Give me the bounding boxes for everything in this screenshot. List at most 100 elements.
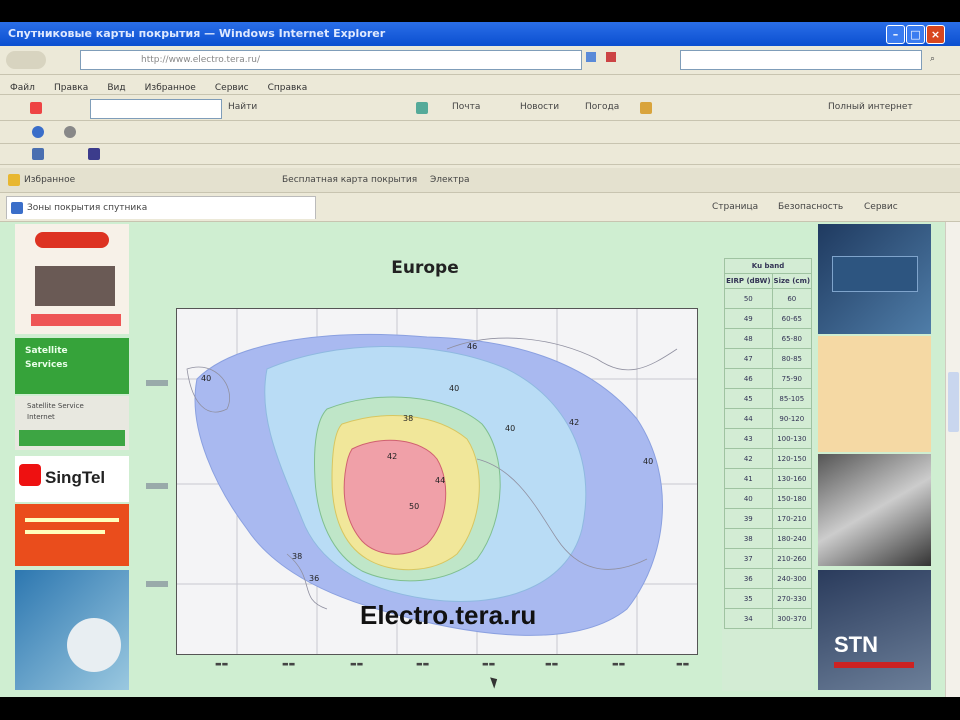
satellite-dish-icon: [67, 618, 121, 672]
ad-banner-2[interactable]: Satellite Services: [15, 338, 129, 394]
dish-size-cell: 120-150: [771, 448, 813, 469]
mail-button[interactable]: Почта: [452, 102, 480, 112]
favorites-bar: Избранное Бесплатная карта покрытия Элек…: [0, 168, 960, 193]
eirp-value-cell: 34: [724, 608, 773, 629]
dish-size-cell: 150-180: [771, 488, 813, 509]
dish-size-cell: 180-240: [771, 528, 813, 549]
watermark: Electro.tera.ru: [360, 600, 537, 630]
eirp-row: 42 120-150: [724, 448, 813, 469]
eirp-value-cell: 35: [724, 588, 773, 609]
lon-tick-4: ▬▬: [416, 660, 430, 668]
settings-icon[interactable]: [64, 126, 76, 138]
svg-text:42: 42: [387, 452, 397, 461]
page-menu[interactable]: Страница: [712, 202, 758, 212]
eirp-row: 35 270-330: [724, 588, 813, 609]
eirp-col-1: EIRP (dBW): [724, 273, 773, 289]
ad-right-3[interactable]: [818, 454, 931, 566]
toolbar-search: Найти Почта Новости Погода Полный интерн…: [0, 96, 960, 121]
eirp-row: 50 60: [724, 288, 813, 309]
address-text: http://www.electro.tera.ru/: [141, 55, 261, 65]
app-icon[interactable]: [88, 148, 100, 160]
ad2-text-1: Satellite: [25, 346, 68, 356]
close-button[interactable]: ×: [926, 25, 945, 44]
eirp-value-cell: 46: [724, 368, 773, 389]
internet-button[interactable]: Полный интернет: [828, 102, 913, 112]
safety-menu[interactable]: Безопасность: [778, 202, 843, 212]
window-icon[interactable]: [32, 148, 44, 160]
ad-banner-satellite[interactable]: [15, 570, 129, 690]
tab-current[interactable]: Зоны покрытия спутника: [6, 196, 316, 219]
eirp-row: 47 80-85: [724, 348, 813, 369]
ad-right-stn[interactable]: STN: [818, 570, 931, 690]
eirp-col-2: Size (cm): [771, 273, 813, 289]
svg-text:38: 38: [292, 552, 302, 561]
svg-text:36: 36: [309, 574, 319, 583]
favorites-button[interactable]: Избранное: [24, 175, 75, 185]
svg-text:44: 44: [435, 476, 445, 485]
globe-icon[interactable]: [32, 126, 44, 138]
toolbar-search-input[interactable]: [90, 99, 222, 119]
menu-edit[interactable]: Правка: [54, 78, 88, 98]
weather-button[interactable]: Погода: [585, 102, 619, 112]
lon-tick-7: ▬▬: [612, 660, 626, 668]
favorite-link-2[interactable]: Электра: [430, 175, 469, 185]
search-icon[interactable]: ⌕: [930, 54, 940, 64]
eirp-row: 49 60-65: [724, 308, 813, 329]
stn-stripe: [834, 662, 914, 668]
eirp-row: 36 240-300: [724, 568, 813, 589]
scrollbar-thumb[interactable]: [948, 372, 959, 432]
svg-text:50: 50: [409, 502, 419, 511]
menu-file[interactable]: Файл: [10, 78, 35, 98]
dish-size-cell: 60-65: [771, 308, 813, 329]
refresh-icon[interactable]: [586, 52, 596, 62]
ad-right-2[interactable]: [818, 336, 931, 452]
lon-tick-8: ▬▬: [676, 660, 690, 668]
search-input[interactable]: [680, 50, 922, 70]
address-input[interactable]: http://www.electro.tera.ru/: [80, 50, 582, 70]
vertical-scrollbar[interactable]: [945, 222, 960, 697]
ad-singtel[interactable]: SingTel: [15, 456, 129, 502]
eirp-row: 39 170-210: [724, 508, 813, 529]
ad-banner-1[interactable]: [15, 224, 129, 334]
back-forward-buttons[interactable]: [6, 51, 46, 69]
eirp-value-cell: 43: [724, 428, 773, 449]
dish-size-cell: 85-105: [771, 388, 813, 409]
maximize-button[interactable]: □: [906, 25, 925, 44]
ad-banner-orange[interactable]: [15, 504, 129, 566]
stop-icon[interactable]: [606, 52, 616, 62]
dish-size-cell: 170-210: [771, 508, 813, 529]
ad-image: [35, 266, 115, 306]
dish-size-cell: 100-130: [771, 428, 813, 449]
ad-right-1[interactable]: [818, 224, 931, 334]
dish-size-cell: 130-160: [771, 468, 813, 489]
eirp-value-cell: 39: [724, 508, 773, 529]
find-button[interactable]: Найти: [228, 102, 257, 112]
lat-tick-1: [146, 380, 168, 386]
toolbar-logo-icon[interactable]: [30, 102, 42, 114]
menu-view[interactable]: Вид: [107, 78, 125, 98]
window-titlebar: Спутниковые карты покрытия — Windows Int…: [0, 22, 960, 46]
bookmark-icon[interactable]: [640, 102, 652, 114]
mail-icon: [416, 102, 428, 114]
minimize-button[interactable]: –: [886, 25, 905, 44]
dish-size-cell: 240-300: [771, 568, 813, 589]
menu-tools[interactable]: Сервис: [215, 78, 249, 98]
ad-banner-3[interactable]: Satellite Service Internet: [15, 396, 129, 450]
menu-favorites[interactable]: Избранное: [145, 78, 196, 98]
eirp-row: 45 85-105: [724, 388, 813, 409]
dish-size-cell: 270-330: [771, 588, 813, 609]
news-button[interactable]: Новости: [520, 102, 559, 112]
favorite-link-1[interactable]: Бесплатная карта покрытия: [282, 175, 417, 185]
eirp-value-cell: 50: [724, 288, 773, 309]
toolbar-row-3: [0, 144, 960, 165]
svg-text:42: 42: [569, 418, 579, 427]
tools-menu[interactable]: Сервис: [864, 202, 898, 212]
eirp-row: 37 210-260: [724, 548, 813, 569]
eirp-table: Ku band EIRP (dBW) Size (cm) 50 60 49 60-65 4…: [722, 258, 814, 691]
svg-text:38: 38: [403, 414, 413, 423]
eirp-row: 34 300-370: [724, 608, 813, 629]
menu-help[interactable]: Справка: [268, 78, 308, 98]
favorites-star-icon[interactable]: [8, 174, 20, 186]
eirp-value-cell: 45: [724, 388, 773, 409]
address-bar-row: http://www.electro.tera.ru/ ⌕: [0, 46, 960, 75]
